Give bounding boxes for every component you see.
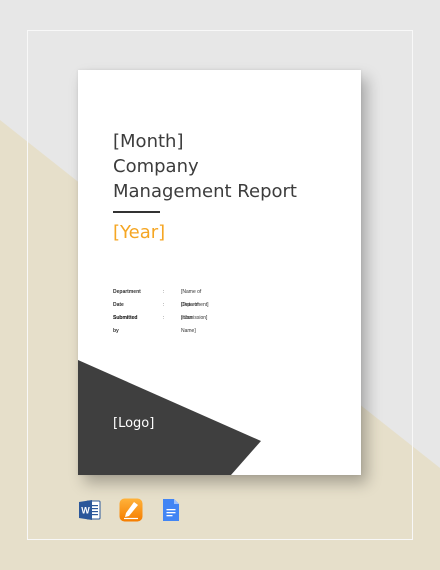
svg-text:W: W — [81, 506, 90, 516]
logo-placeholder: [Logo] — [113, 416, 155, 431]
google-docs-icon[interactable] — [159, 498, 183, 522]
microsoft-word-icon[interactable]: W — [78, 498, 102, 522]
apple-pages-icon[interactable] — [119, 498, 143, 522]
document-page: [Month] Company Management Report [Year]… — [78, 70, 361, 475]
